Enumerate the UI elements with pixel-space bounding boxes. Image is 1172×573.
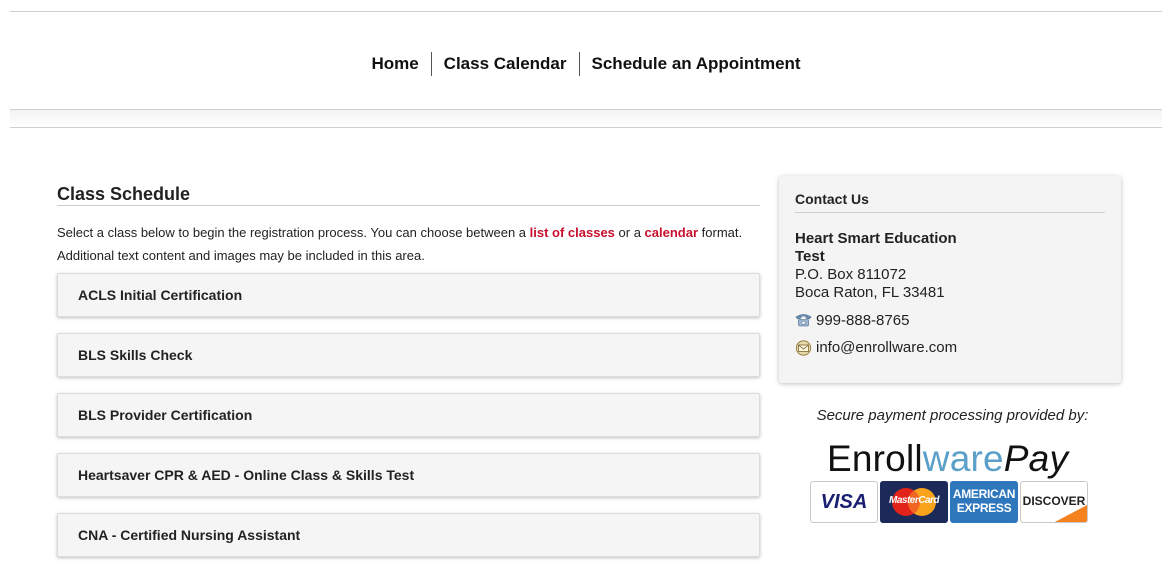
phone-icon [795,313,812,329]
class-list: ACLS Initial Certification BLS Skills Ch… [57,273,760,557]
mastercard-text: MasterCard [888,495,940,506]
intro-text-part1: Select a class below to begin the regist… [57,225,530,240]
list-of-classes-link[interactable]: list of classes [530,225,615,240]
calendar-link[interactable]: calendar [645,225,698,240]
intro-text-line2: Additional text content and images may b… [57,248,425,263]
nav-schedule-appointment[interactable]: Schedule an Appointment [580,52,813,76]
discover-text: DISCOVER [1022,494,1086,508]
payment-caption: Secure payment processing provided by: [816,407,1089,424]
phone-row: 999-888-8765 [795,312,1105,330]
contact-panel: Contact Us Heart Smart Education Test P.… [779,176,1121,383]
email-row: info@enrollware.com [795,339,1105,357]
amex-text-line1: AMERICAN [952,487,1016,501]
header-band [10,109,1162,128]
logo-part-enroll: Enroll [827,438,923,479]
discover-card-logo: DISCOVER [1020,481,1088,523]
logo-part-pay: Pay [1003,438,1069,479]
visa-card-logo: VISA [810,481,878,523]
card-logos: VISA MasterCard AMERICAN EXPRESS DISCOVER [810,481,1088,523]
class-item-bls-provider[interactable]: BLS Provider Certification [57,393,760,437]
main-nav: Home Class Calendar Schedule an Appointmen… [0,52,1172,78]
email-link[interactable]: info@enrollware.com [816,339,957,357]
intro-text-part3: format. [698,225,743,240]
enrollwarepay-logo: EnrollwarePay [827,437,1068,481]
contact-title: Contact Us [795,190,1105,213]
amex-text-line2: EXPRESS [956,501,1012,515]
visa-text: VISA [820,491,868,513]
page-title: Class Schedule [57,180,760,206]
class-schedule-section: Class Schedule Select a class below to b… [57,180,760,573]
address-line2: Boca Raton, FL 33481 [795,284,945,301]
logo-part-ware: ware [922,438,1004,479]
organization-name: Heart Smart Education Test [795,230,957,265]
intro-text-part2: or a [614,225,645,240]
nav-home[interactable]: Home [359,52,430,76]
intro-text: Select a class below to begin the regist… [57,221,760,267]
email-icon [795,340,812,356]
mastercard-logo: MasterCard [880,481,948,523]
amex-card-logo: AMERICAN EXPRESS [950,481,1018,523]
class-item-heartsaver-cpr-aed[interactable]: Heartsaver CPR & AED - Online Class & Sk… [57,453,760,497]
nav-class-calendar[interactable]: Class Calendar [432,52,579,76]
class-item-acls-initial[interactable]: ACLS Initial Certification [57,273,760,317]
class-item-cna[interactable]: CNA - Certified Nursing Assistant [57,513,760,557]
class-item-bls-skills-check[interactable]: BLS Skills Check [57,333,760,377]
top-divider [10,11,1162,12]
address-line1: P.O. Box 811072 [795,266,907,283]
phone-number: 999-888-8765 [816,312,910,329]
